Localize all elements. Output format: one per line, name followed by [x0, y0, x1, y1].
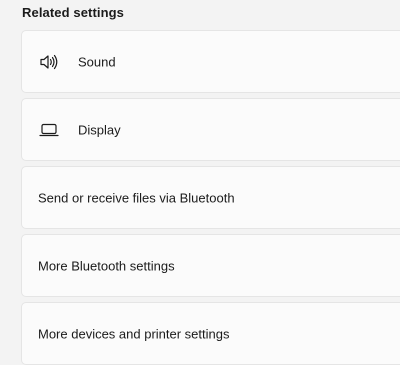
sound-settings-item[interactable]: Sound	[21, 30, 400, 93]
more-devices-printer-settings-item[interactable]: More devices and printer settings	[21, 302, 400, 365]
bluetooth-file-transfer-item[interactable]: Send or receive files via Bluetooth	[21, 166, 400, 229]
monitor-icon	[39, 121, 59, 139]
section-title: Related settings	[22, 5, 125, 20]
sound-label: Sound	[78, 54, 116, 69]
more-bluetooth-settings-label: More Bluetooth settings	[38, 258, 175, 273]
more-bluetooth-settings-item[interactable]: More Bluetooth settings	[21, 234, 400, 297]
display-label: Display	[78, 122, 121, 137]
more-devices-printer-settings-label: More devices and printer settings	[38, 326, 230, 341]
display-settings-item[interactable]: Display	[21, 98, 400, 161]
related-settings-panel: Related settings Sound Display Send or r…	[0, 0, 400, 365]
speaker-icon	[39, 53, 59, 71]
bluetooth-file-transfer-label: Send or receive files via Bluetooth	[38, 190, 235, 205]
